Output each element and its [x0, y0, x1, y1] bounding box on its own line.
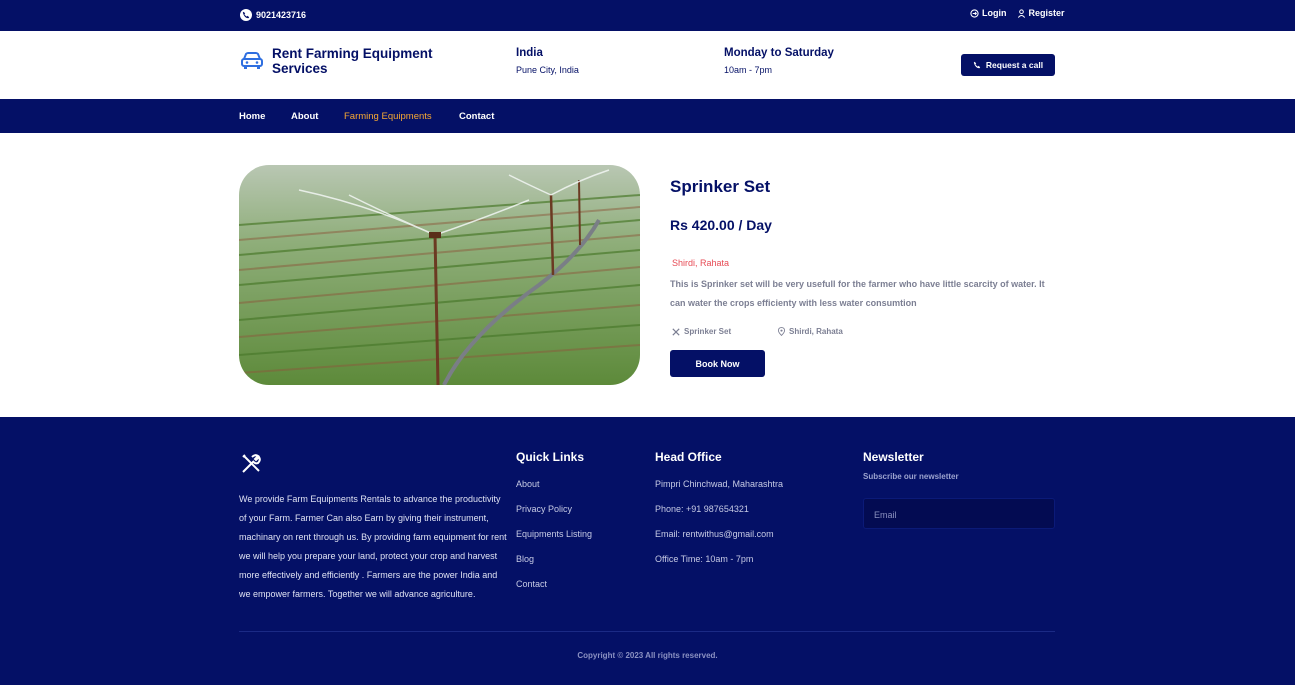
- main-nav: Home About Farming Equipments Contact: [0, 99, 1295, 133]
- phone-icon: [973, 61, 981, 69]
- site-footer: We provide Farm Equipments Rentals to ad…: [0, 417, 1295, 685]
- days-label: Monday to Saturday: [724, 47, 834, 59]
- office-time: Office Time: 10am - 7pm: [655, 554, 754, 564]
- user-icon: [1017, 8, 1025, 18]
- footer-link-contact[interactable]: Contact: [516, 578, 592, 590]
- footer-link-blog[interactable]: Blog: [516, 553, 592, 565]
- newsletter-subtitle: Subscribe our newsletter: [863, 472, 959, 481]
- footer-head-office: Head Office Pimpri Chinchwad, Maharashtr…: [655, 450, 783, 578]
- product-meta-name: Sprinker Set: [672, 327, 731, 336]
- location-info: India Pune City, India: [516, 47, 579, 75]
- register-link[interactable]: Register: [1017, 8, 1065, 18]
- login-label: Login: [982, 8, 1007, 18]
- car-icon: [241, 52, 263, 69]
- request-call-button[interactable]: Request a call: [961, 54, 1055, 76]
- product-image: [239, 165, 640, 385]
- sprinkler-field-image: [239, 165, 640, 385]
- city-label: Pune City, India: [516, 65, 579, 75]
- copyright: Copyright © 2023 All rights reserved.: [577, 651, 718, 660]
- phone-contact[interactable]: 9021423716: [240, 9, 306, 21]
- footer-link-equipments[interactable]: Equipments Listing: [516, 528, 592, 540]
- product-location: Shirdi, Rahata: [672, 258, 730, 268]
- brand-logo[interactable]: Rent Farming Equipment Services: [240, 46, 442, 76]
- product-meta-location: Shirdi, Rahata: [778, 327, 843, 336]
- footer-quick-links: Quick Links About Privacy Policy Equipme…: [516, 450, 592, 603]
- hours-info: Monday to Saturday 10am - 7pm: [724, 47, 834, 75]
- footer-link-privacy[interactable]: Privacy Policy: [516, 503, 592, 515]
- hours-label: 10am - 7pm: [724, 65, 773, 75]
- book-now-button[interactable]: Book Now: [670, 350, 765, 377]
- login-link[interactable]: Login: [970, 8, 1007, 18]
- tools-logo-icon: [240, 453, 262, 480]
- office-phone: Phone: +91 987654321: [655, 504, 749, 514]
- top-bar: 9021423716 Login Register: [0, 0, 1295, 31]
- product-title: Sprinker Set: [670, 177, 771, 196]
- office-address: Pimpri Chinchwad, Maharashtra: [655, 479, 784, 489]
- site-header: Rent Farming Equipment Services India Pu…: [0, 31, 1295, 99]
- country-label: India: [516, 47, 543, 59]
- location-pin-icon: [778, 327, 785, 336]
- register-label: Register: [1028, 8, 1065, 18]
- footer-newsletter: Newsletter Subscribe our newsletter: [863, 450, 959, 481]
- meta-location-label: Shirdi, Rahata: [789, 327, 843, 336]
- footer-divider: [239, 631, 1055, 632]
- newsletter-heading: Newsletter: [863, 450, 924, 464]
- phone-icon: [240, 9, 252, 21]
- product-description: This is Sprinker set will be very useful…: [670, 279, 1045, 308]
- office-email: Email: rentwithus@gmail.com: [655, 529, 774, 539]
- login-icon: [970, 8, 979, 18]
- head-office-heading: Head Office: [655, 450, 722, 464]
- nav-farming-equipments[interactable]: Farming Equipments: [344, 111, 432, 122]
- nav-about[interactable]: About: [291, 111, 318, 122]
- request-call-label: Request a call: [985, 60, 1044, 70]
- footer-link-about[interactable]: About: [516, 478, 592, 490]
- nav-home[interactable]: Home: [239, 111, 265, 122]
- newsletter-email-input[interactable]: Email: [863, 498, 1055, 529]
- quick-links-heading: Quick Links: [516, 450, 585, 464]
- footer-about: We provide Farm Equipments Rentals to ad…: [239, 494, 507, 599]
- product-price: Rs 420.00 / Day: [670, 217, 772, 233]
- phone-number: 9021423716: [256, 10, 307, 20]
- meta-name-label: Sprinker Set: [684, 327, 732, 336]
- nav-contact[interactable]: Contact: [459, 111, 494, 122]
- tools-icon: [672, 327, 680, 336]
- brand-title: Rent Farming Equipment Services: [272, 46, 433, 76]
